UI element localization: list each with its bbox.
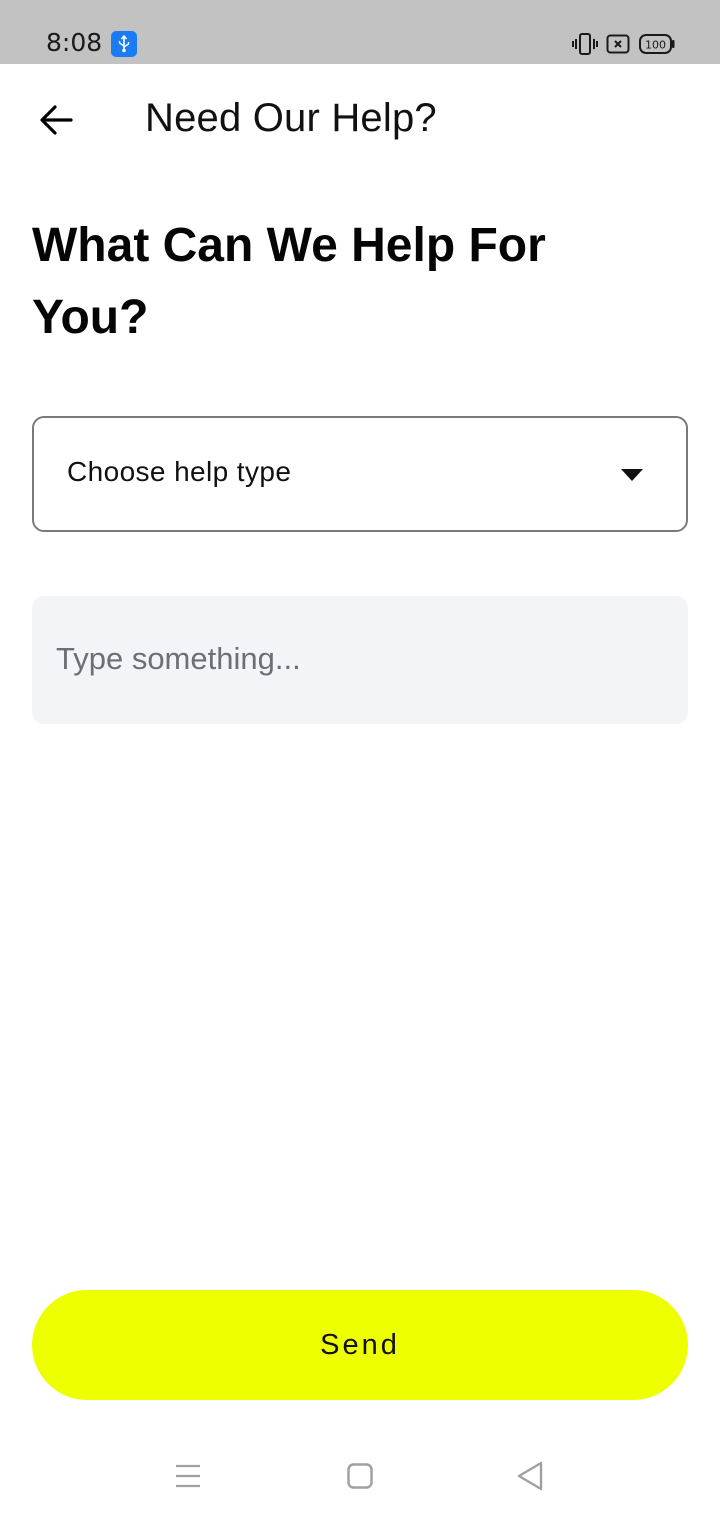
usb-icon [111, 31, 137, 57]
page-title: Need Our Help? [145, 96, 437, 140]
help-screen: 8:08 100 Need Our Help? What Can We Help… [0, 0, 720, 1520]
back-button[interactable] [30, 96, 82, 144]
battery-level: 100 [645, 39, 666, 52]
caret-down-icon [620, 468, 644, 487]
message-input[interactable] [56, 634, 656, 684]
home-icon[interactable] [347, 1463, 373, 1494]
arrow-left-icon [40, 105, 73, 135]
send-button[interactable]: Send [32, 1290, 688, 1400]
message-field[interactable] [32, 596, 688, 724]
menu-icon[interactable] [175, 1464, 201, 1493]
status-bar: 8:08 100 [0, 0, 720, 64]
back-triangle-icon[interactable] [516, 1461, 544, 1496]
vibrate-icon [572, 32, 598, 61]
status-time: 8:08 [46, 28, 103, 57]
sim-icon [606, 34, 630, 59]
help-type-selected: Choose help type [67, 456, 292, 487]
help-type-dropdown[interactable]: Choose help type [32, 416, 688, 532]
help-heading: What Can We Help For You? [32, 219, 546, 344]
battery-icon: 100 [639, 33, 675, 60]
